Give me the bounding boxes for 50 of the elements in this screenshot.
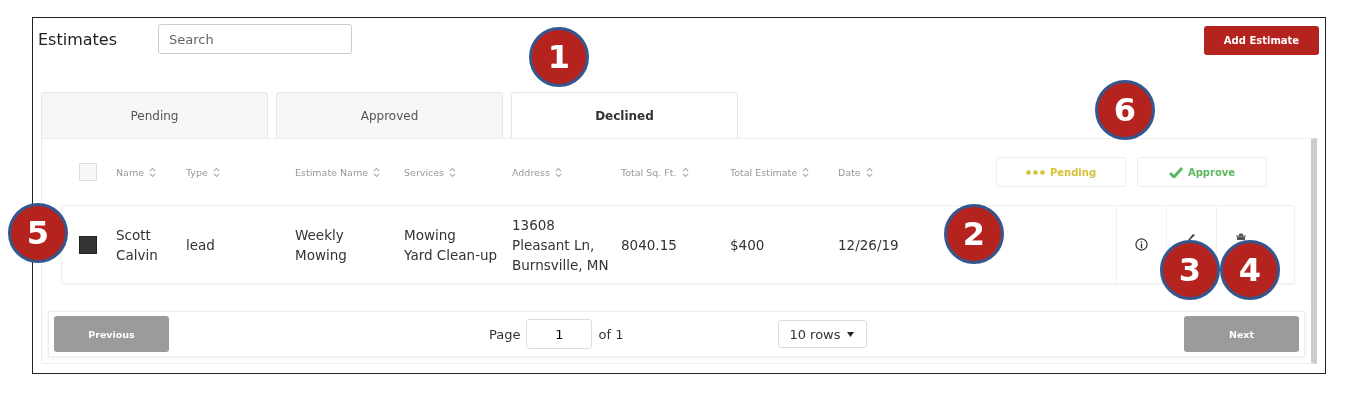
table-cell-text: Mowing Yard Clean-up — [404, 225, 499, 265]
dots-icon — [1025, 169, 1045, 175]
approve-button[interactable]: Approve — [1137, 157, 1267, 187]
column-header[interactable]: Total Sq. Ft. — [621, 166, 730, 178]
search-field[interactable]: Search — [158, 24, 352, 54]
column-header[interactable]: Date — [838, 166, 938, 178]
column-header[interactable]: Name — [116, 166, 186, 178]
sort-icon — [802, 166, 810, 178]
callout-marker: 6 — [1095, 80, 1155, 140]
column-header[interactable]: Services — [404, 166, 512, 178]
sort-icon — [149, 166, 157, 178]
page-input[interactable]: 1 — [526, 319, 593, 349]
page-title: Estimates — [38, 29, 118, 49]
caret-icon — [846, 331, 854, 337]
callout-marker: 4 — [1220, 240, 1280, 300]
table-cell-text: Weekly Mowing — [295, 225, 348, 265]
column-header[interactable]: Type — [186, 166, 295, 178]
table-cell-text: $400 — [730, 235, 766, 255]
callout-marker: 2 — [944, 204, 1004, 264]
add-estimate-button[interactable]: Add Estimate — [1204, 25, 1319, 55]
check-icon — [1168, 166, 1183, 178]
page-count: of 1 — [598, 326, 624, 342]
sort-icon — [865, 166, 873, 178]
callout-marker: 1 — [529, 27, 589, 87]
previous-button[interactable]: Previous — [54, 316, 169, 352]
sort-icon — [449, 166, 457, 178]
callout-marker: 5 — [8, 203, 68, 263]
sort-icon — [373, 166, 380, 178]
sort-icon — [554, 166, 562, 178]
table-cell-text: Scott Calvin — [116, 225, 159, 265]
table-cell-text: 12/26/19 — [838, 235, 900, 255]
next-button[interactable]: Next — [1184, 316, 1299, 352]
tab[interactable]: Approved — [276, 92, 503, 138]
table-cell-text: 8040.15 — [621, 235, 678, 255]
sort-icon — [681, 166, 689, 178]
info-button[interactable] — [1116, 206, 1166, 283]
tab[interactable]: Pending — [41, 92, 268, 138]
info-icon — [1135, 238, 1148, 251]
tab[interactable]: Declined — [511, 92, 738, 138]
column-header[interactable]: Address — [512, 166, 621, 178]
table-cell-text: 13608 Pleasant Ln, Burnsville, MN — [512, 215, 610, 275]
page-label: Page — [489, 326, 521, 342]
table-cell-text: lead — [186, 235, 216, 255]
sort-icon — [212, 166, 220, 178]
column-header[interactable]: Total Estimate — [730, 166, 838, 178]
pending-button[interactable]: Pending — [996, 157, 1126, 187]
column-header[interactable]: Estimate Name — [295, 166, 404, 178]
rows-select[interactable]: 10 rows — [778, 320, 868, 348]
checkbox[interactable] — [79, 235, 97, 254]
trash-icon[interactable] — [1236, 233, 1246, 240]
